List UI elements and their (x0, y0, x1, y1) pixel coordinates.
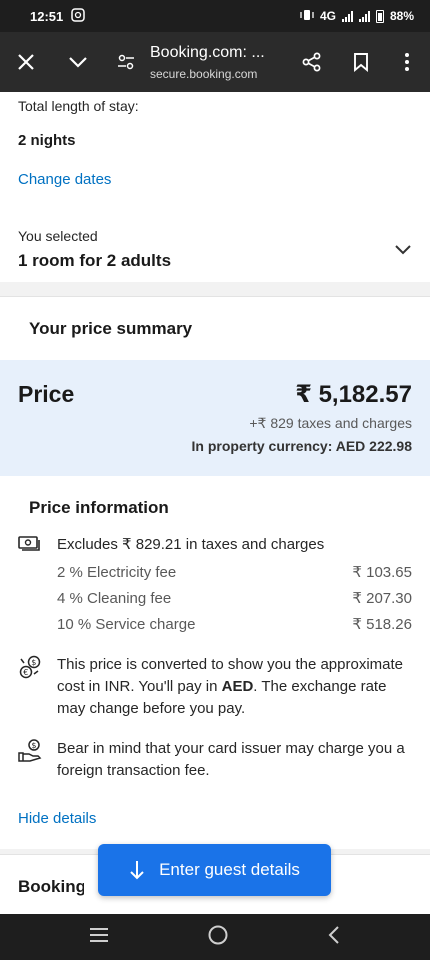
more-menu-button[interactable] (384, 32, 430, 92)
url-area[interactable]: Booking.com: ... secure.booking.com (148, 44, 286, 81)
conversion-currency: AED (221, 678, 254, 695)
fee-row: 4 % Cleaning fee ₹ 207.30 (18, 588, 412, 610)
back-chevron-icon (328, 925, 339, 944)
enter-guest-details-button[interactable]: Enter guest details (98, 844, 331, 896)
home-button[interactable] (207, 924, 229, 951)
fee-row: 2 % Electricity fee ₹ 103.65 (18, 562, 412, 584)
currency-exchange-icon: $ € (18, 654, 57, 720)
signal-icon (341, 10, 353, 22)
home-circle-icon (208, 925, 228, 944)
selected-label: You selected (18, 227, 98, 244)
conversion-notice: This price is converted to show you the … (57, 654, 412, 720)
signal-icon-2 (358, 10, 370, 22)
fee-amount: ₹ 207.30 (352, 590, 412, 607)
page-url: secure.booking.com (150, 66, 258, 81)
notification-icon (71, 7, 85, 25)
share-icon (302, 52, 321, 72)
close-button[interactable] (0, 32, 52, 92)
menu-icon (90, 927, 108, 942)
recent-apps-button[interactable] (89, 927, 109, 948)
price-information: Price information Excludes ₹ 829.21 in t… (0, 476, 430, 849)
vibrate-icon (300, 9, 314, 24)
price-summary-title: Your price summary (0, 296, 430, 360)
fee-name: 2 % Electricity fee (57, 564, 177, 581)
change-dates-link[interactable]: Change dates (18, 171, 111, 188)
svg-text:$: $ (31, 658, 36, 667)
chevron-down-icon (395, 244, 411, 254)
share-button[interactable] (286, 32, 338, 92)
status-bar: 12:51 4G 88% (0, 0, 430, 32)
arrow-down-icon (130, 861, 144, 880)
selected-value: 1 room for 2 adults (18, 250, 172, 270)
battery-level: 88% (389, 9, 414, 23)
hide-details-link[interactable]: Hide details (18, 810, 96, 827)
minimize-button[interactable] (52, 32, 104, 92)
price-amount: ₹ 5,182.57 (295, 381, 412, 408)
stay-length-value: 2 nights (18, 132, 76, 149)
bookmark-button[interactable] (338, 32, 384, 92)
close-icon (18, 54, 34, 70)
fee-name: 4 % Cleaning fee (57, 590, 172, 607)
stay-length-label: Total length of stay: (18, 98, 139, 114)
excludes-taxes-text: Excludes ₹ 829.21 in taxes and charges (57, 536, 325, 553)
selected-room-row[interactable]: You selected 1 room for 2 adults (0, 206, 430, 282)
fee-row: 10 % Service charge ₹ 518.26 (18, 614, 412, 636)
price-taxes: +₹ 829 taxes and charges (249, 415, 412, 431)
card-fee-icon: $ (18, 738, 57, 782)
back-button[interactable] (327, 925, 341, 950)
fee-name: 10 % Service charge (57, 616, 196, 633)
tune-icon (118, 54, 134, 70)
card-fee-notice: Bear in mind that your card issuer may c… (57, 740, 405, 779)
chevron-down-icon (69, 57, 87, 68)
money-icon (18, 534, 57, 556)
page-title: Booking.com: ... (150, 43, 265, 61)
price-box: Price ₹ 5,182.57 +₹ 829 taxes and charge… (0, 360, 430, 476)
booking-card-title: Booking co (18, 877, 84, 896)
bookmark-icon (354, 53, 368, 72)
browser-toolbar: Booking.com: ... secure.booking.com (0, 32, 430, 92)
site-settings-button[interactable] (104, 32, 148, 92)
svg-text:€: € (23, 668, 28, 677)
fee-list: 2 % Electricity fee ₹ 103.65 4 % Cleanin… (18, 562, 412, 636)
fee-amount: ₹ 518.26 (352, 616, 412, 633)
price-information-title: Price information (29, 498, 169, 517)
price-label: Price (18, 381, 75, 407)
property-currency-price: In property currency: AED 222.98 (191, 438, 412, 454)
system-nav-bar (0, 914, 430, 960)
status-time: 12:51 (30, 8, 64, 24)
more-vert-icon (405, 53, 409, 71)
cta-label: Enter guest details (159, 860, 300, 879)
battery-icon (375, 9, 384, 23)
fee-amount: ₹ 103.65 (352, 564, 412, 581)
page-content[interactable]: Total length of stay: 2 nights Change da… (0, 92, 430, 914)
network-type: 4G (319, 9, 336, 23)
svg-text:$: $ (31, 741, 36, 750)
